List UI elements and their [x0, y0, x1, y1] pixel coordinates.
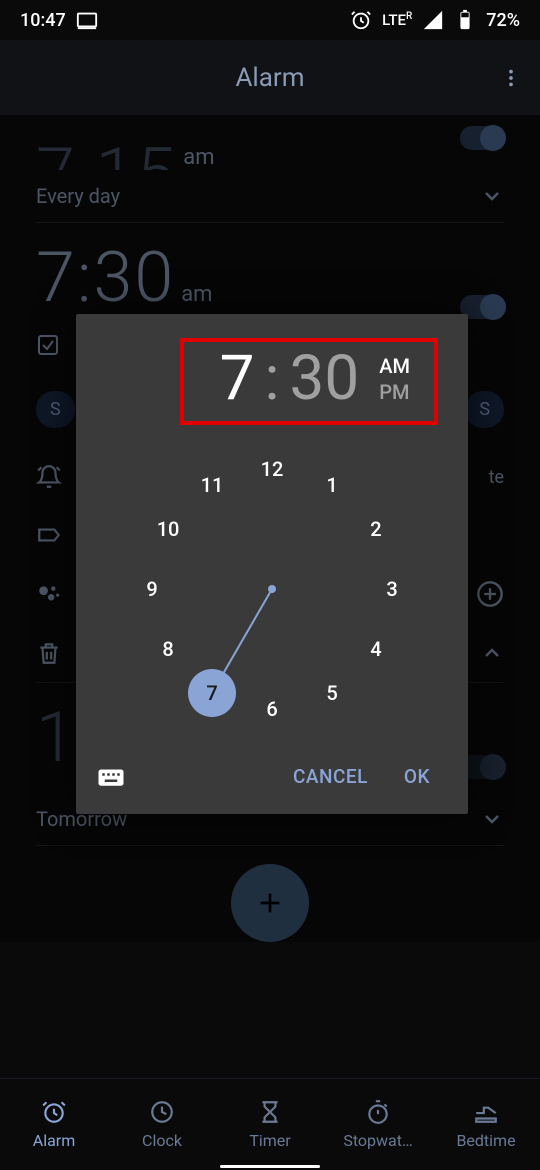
time-picker-dialog: 7 : 30 AM PM 121234567891011 CANCEL OK — [76, 314, 468, 814]
signal-icon — [422, 9, 444, 31]
alarm-time-partial: 7.15 — [36, 133, 177, 170]
assistant-icon[interactable] — [36, 581, 62, 607]
clock-hour-2[interactable]: 2 — [356, 509, 396, 549]
am-toggle[interactable]: AM — [379, 354, 410, 378]
nav-clock[interactable]: Clock — [108, 1079, 216, 1170]
label-icon[interactable] — [36, 522, 62, 548]
nav-alarm[interactable]: Alarm — [0, 1079, 108, 1170]
clock-hour-3[interactable]: 3 — [372, 569, 412, 609]
chevron-down-icon[interactable] — [480, 807, 504, 831]
status-bar: 10:47 LTER 72% — [0, 0, 540, 40]
day-chip[interactable]: S — [36, 391, 75, 428]
nav-stopwatch[interactable]: Stopwat… — [324, 1079, 432, 1170]
picker-minute[interactable]: 30 — [290, 342, 360, 415]
picker-hour[interactable]: 7 — [220, 342, 255, 415]
app-bar: Alarm — [0, 40, 540, 115]
overflow-menu-icon[interactable] — [500, 67, 522, 89]
clock-hour-11[interactable]: 11 — [192, 465, 232, 505]
ok-button[interactable]: OK — [386, 757, 448, 796]
clock-hand — [222, 589, 273, 675]
alarm-time[interactable]: 7:30 — [36, 237, 175, 319]
alarm-status-icon — [350, 9, 372, 31]
add-circle-icon[interactable] — [476, 580, 504, 608]
battery-icon — [454, 9, 476, 31]
clock-hour-7[interactable]: 7 — [188, 669, 236, 717]
alarm-toggle[interactable] — [460, 126, 504, 150]
delete-icon[interactable] — [36, 640, 62, 666]
ringtone-icon[interactable] — [36, 464, 62, 490]
day-chip[interactable]: S — [465, 391, 504, 428]
clock-hour-1[interactable]: 1 — [312, 465, 352, 505]
alarm-suffix: am — [181, 282, 212, 307]
network-label: LTER — [382, 11, 412, 29]
gesture-bar — [220, 1165, 320, 1168]
battery-pct: 72% — [486, 10, 520, 31]
repeat-label[interactable]: Every day — [36, 184, 120, 208]
alarm-suffix: am — [183, 145, 214, 170]
alarm-time-partial[interactable]: 1 — [36, 697, 77, 779]
cancel-button[interactable]: CANCEL — [275, 757, 386, 796]
page-title: Alarm — [235, 63, 304, 93]
time-colon: : — [265, 342, 280, 415]
cast-icon — [76, 9, 98, 31]
clock-hour-8[interactable]: 8 — [148, 629, 188, 669]
bottom-nav: Alarm Clock Timer Stopwat… Bedtime — [0, 1078, 540, 1170]
clock-hour-10[interactable]: 10 — [148, 509, 188, 549]
keyboard-icon[interactable] — [96, 762, 126, 792]
clock-hour-6[interactable]: 6 — [252, 689, 292, 729]
chevron-down-icon[interactable] — [480, 184, 504, 208]
clock-hour-9[interactable]: 9 — [132, 569, 172, 609]
clock-hour-4[interactable]: 4 — [356, 629, 396, 669]
dialog-actions: CANCEL OK — [76, 739, 468, 814]
pm-toggle[interactable]: PM — [379, 380, 410, 404]
add-alarm-fab[interactable] — [231, 864, 309, 942]
nav-bedtime[interactable]: Bedtime — [432, 1079, 540, 1170]
clock-face[interactable]: 12 12 3 45678 9 1011 — [132, 449, 412, 729]
nav-timer[interactable]: Timer — [216, 1079, 324, 1170]
ringtone-text: te — [489, 467, 504, 488]
clock-hour-12[interactable]: 12 — [252, 449, 292, 489]
clock-hour-5[interactable]: 5 — [312, 673, 352, 713]
status-time: 10:47 — [20, 10, 66, 31]
highlight-box: 7 : 30 AM PM — [180, 338, 438, 425]
chevron-up-icon[interactable] — [480, 641, 504, 665]
checkbox-checked-icon[interactable] — [36, 333, 60, 357]
